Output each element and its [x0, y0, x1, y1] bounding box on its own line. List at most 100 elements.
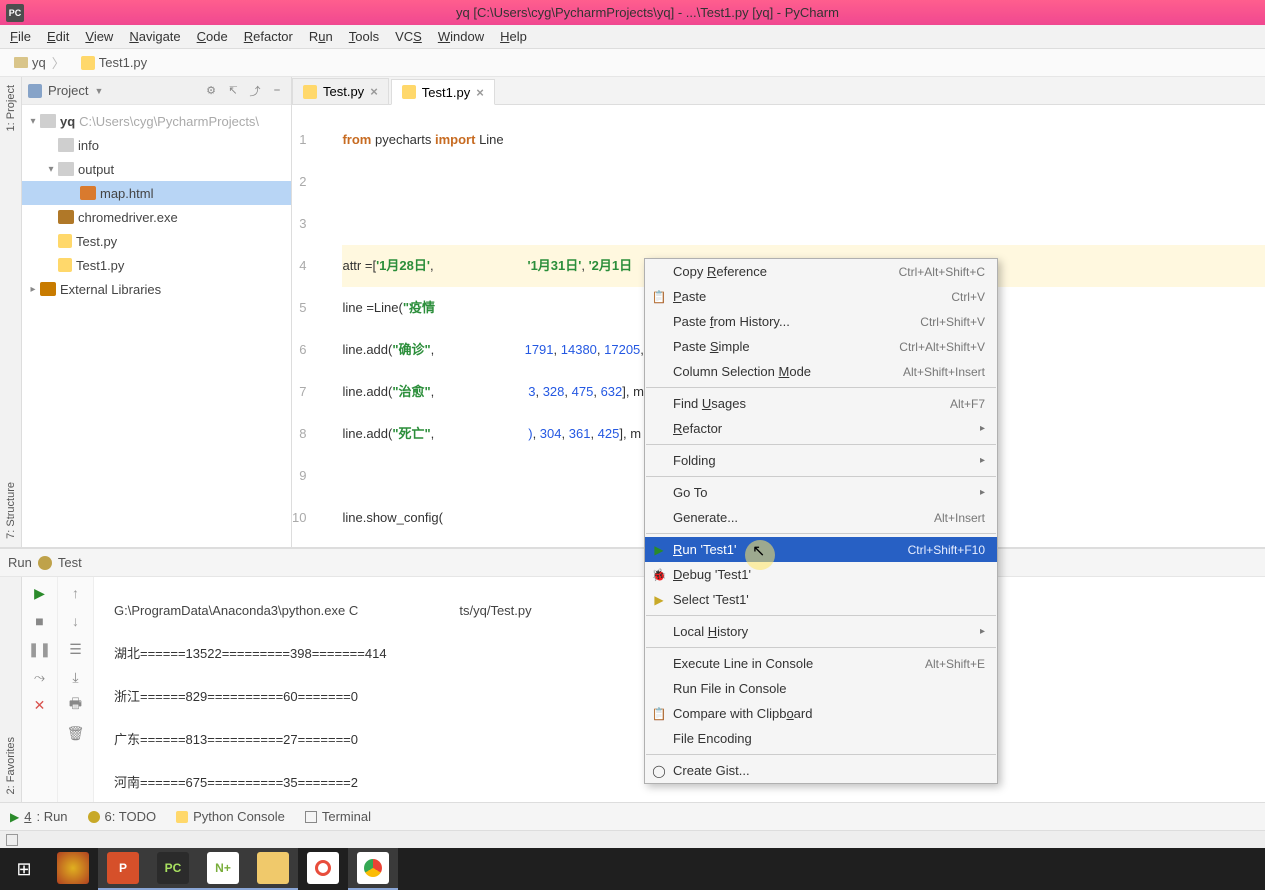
context-menu-item[interactable]: 📋Compare with Clipboard: [645, 701, 997, 726]
rerun-icon[interactable]: ▶: [30, 583, 50, 603]
tree-root[interactable]: ▾yqC:\Users\cyg\PycharmProjects\: [22, 109, 291, 133]
menu-view[interactable]: View: [77, 27, 121, 46]
menu-help[interactable]: Help: [492, 27, 535, 46]
breadcrumb-root[interactable]: yq: [6, 53, 73, 72]
folder-icon: [58, 162, 74, 176]
taskbar-app-1[interactable]: [48, 848, 98, 890]
taskbar-app-6[interactable]: [298, 848, 348, 890]
stop-icon[interactable]: ■: [30, 611, 50, 631]
close-icon[interactable]: ×: [370, 84, 378, 99]
folder-icon: [58, 138, 74, 152]
context-menu-item[interactable]: Generate...Alt+Insert: [645, 505, 997, 530]
start-button[interactable]: ⊞: [0, 848, 48, 890]
project-view-icon: [28, 84, 42, 98]
autoscroll-icon[interactable]: ⤴: [247, 83, 263, 99]
project-panel: Project▼ ⚙ ↸ ⤴ ⎯ ▾yqC:\Users\cyg\Pycharm…: [22, 77, 292, 547]
context-menu-item[interactable]: Execute Line in ConsoleAlt+Shift+E: [645, 651, 997, 676]
context-menu-item[interactable]: Local History▸: [645, 619, 997, 644]
pause-icon[interactable]: ❚❚: [30, 639, 50, 659]
menu-tools[interactable]: Tools: [341, 27, 387, 46]
tab-test-py[interactable]: Test.py×: [292, 78, 389, 104]
menu-run[interactable]: Run: [301, 27, 341, 46]
left-tool-tabs: 1: Project 7: Structure: [0, 77, 22, 547]
context-menu-item[interactable]: ▶Run 'Test1'Ctrl+Shift+F10: [645, 537, 997, 562]
python-file-icon: [402, 85, 416, 99]
gh-icon: ◯: [651, 763, 667, 779]
menubar: File Edit View Navigate Code Refactor Ru…: [0, 25, 1265, 49]
breadcrumb-file[interactable]: Test1.py: [73, 55, 161, 70]
taskbar-pycharm[interactable]: PC: [148, 848, 198, 890]
close-icon[interactable]: ×: [476, 85, 484, 100]
run-toolbar-secondary: ↑ ↓ ☰ ⤓ 🖶 🗑: [58, 577, 94, 802]
tree-item-test1-py[interactable]: Test1.py: [22, 253, 291, 277]
menu-refactor[interactable]: Refactor: [236, 27, 301, 46]
context-menu-item[interactable]: ▶Select 'Test1': [645, 587, 997, 612]
tab-structure[interactable]: 7: Structure: [3, 474, 19, 547]
terminal-icon: [305, 811, 317, 823]
exe-file-icon: [58, 210, 74, 224]
status-bar: [0, 830, 1265, 848]
context-menu-item[interactable]: Folding▸: [645, 448, 997, 473]
taskbar-powerpoint[interactable]: P: [98, 848, 148, 890]
menu-window[interactable]: Window: [430, 27, 492, 46]
tab-project[interactable]: 1: Project: [3, 77, 19, 139]
context-menu-item[interactable]: Go To▸: [645, 480, 997, 505]
collapse-icon[interactable]: ↸: [225, 83, 241, 99]
editor-tabs: Test.py× Test1.py×: [292, 77, 1265, 105]
clip-icon: 📋: [651, 706, 667, 722]
bottom-python-console[interactable]: Python Console: [176, 809, 285, 824]
scroll-end-icon[interactable]: ⤓: [66, 667, 86, 687]
tree-item-chromedriver[interactable]: chromedriver.exe: [22, 205, 291, 229]
pycharm-icon: PC: [6, 4, 24, 22]
tree-item-info[interactable]: info: [22, 133, 291, 157]
project-header-title[interactable]: Project▼: [48, 83, 197, 98]
soft-wrap-icon[interactable]: ☰: [66, 639, 86, 659]
bottom-terminal[interactable]: Terminal: [305, 809, 371, 824]
status-indicator-icon: [6, 834, 18, 846]
tab-favorites[interactable]: 2: Favorites: [3, 729, 19, 802]
windows-taskbar: ⊞ P PC N+: [0, 848, 1265, 890]
todo-icon: [88, 811, 100, 823]
settings-gear-icon[interactable]: ⚙: [203, 83, 219, 99]
context-menu-item[interactable]: Paste from History...Ctrl+Shift+V: [645, 309, 997, 334]
python-icon: [176, 811, 188, 823]
menu-navigate[interactable]: Navigate: [121, 27, 188, 46]
menu-vcs[interactable]: VCS: [387, 27, 430, 46]
context-menu-item[interactable]: 🐞Debug 'Test1': [645, 562, 997, 587]
tree-item-map-html[interactable]: map.html: [22, 181, 291, 205]
titlebar: PC yq [C:\Users\cyg\PycharmProjects\yq] …: [0, 0, 1265, 25]
tree-item-output[interactable]: ▾output: [22, 157, 291, 181]
taskbar-chrome[interactable]: [348, 848, 398, 890]
menu-file[interactable]: File: [2, 27, 39, 46]
taskbar-notepadpp[interactable]: N+: [198, 848, 248, 890]
play-icon: ▶: [651, 542, 667, 558]
bottom-todo[interactable]: 6: TODO: [88, 809, 157, 824]
context-menu-item[interactable]: Run File in Console: [645, 676, 997, 701]
taskbar-explorer[interactable]: [248, 848, 298, 890]
context-menu-item[interactable]: Find UsagesAlt+F7: [645, 391, 997, 416]
close-icon[interactable]: ✕: [30, 695, 50, 715]
context-menu-item[interactable]: ◯Create Gist...: [645, 758, 997, 783]
context-menu-item[interactable]: Paste SimpleCtrl+Alt+Shift+V: [645, 334, 997, 359]
bottom-run[interactable]: ▶4: Run: [10, 809, 68, 824]
context-menu-item[interactable]: 📋PasteCtrl+V: [645, 284, 997, 309]
trash-icon[interactable]: 🗑: [66, 723, 86, 743]
project-header: Project▼ ⚙ ↸ ⤴ ⎯: [22, 77, 291, 105]
menu-edit[interactable]: Edit: [39, 27, 77, 46]
debug-attach-icon[interactable]: ⤳: [30, 667, 50, 687]
print-icon[interactable]: 🖶: [66, 695, 86, 715]
context-menu-item[interactable]: Column Selection ModeAlt+Shift+Insert: [645, 359, 997, 384]
hide-icon[interactable]: ⎯: [269, 83, 285, 99]
tree-item-test-py[interactable]: Test.py: [22, 229, 291, 253]
menu-code[interactable]: Code: [189, 27, 236, 46]
pyrun-icon: ▶: [651, 592, 667, 608]
run-toolbar-primary: ▶ ■ ❚❚ ⤳ ✕: [22, 577, 58, 802]
up-icon[interactable]: ↑: [66, 583, 86, 603]
context-menu-item[interactable]: Copy ReferenceCtrl+Alt+Shift+C: [645, 259, 997, 284]
context-menu-item[interactable]: File Encoding: [645, 726, 997, 751]
paste-icon: 📋: [651, 289, 667, 305]
context-menu-item[interactable]: Refactor▸: [645, 416, 997, 441]
down-icon[interactable]: ↓: [66, 611, 86, 631]
tree-external-libs[interactable]: ▸External Libraries: [22, 277, 291, 301]
tab-test1-py[interactable]: Test1.py×: [391, 79, 495, 105]
